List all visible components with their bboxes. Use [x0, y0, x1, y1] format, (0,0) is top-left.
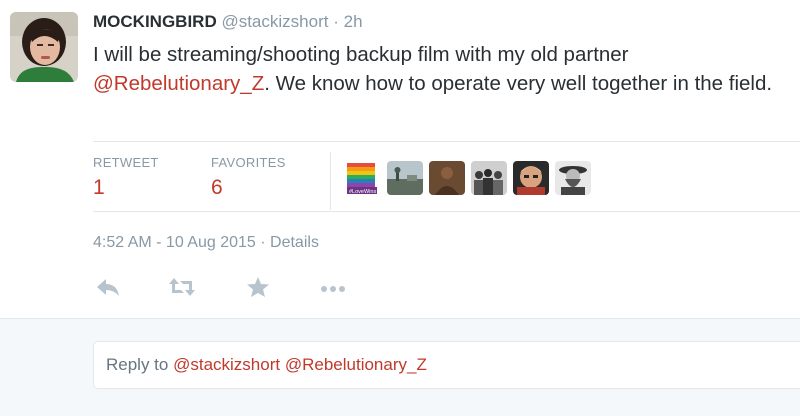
more-icon[interactable] — [319, 276, 347, 303]
tweet-card: MOCKINGBIRD @stackizshort · 2h I will be… — [0, 0, 800, 318]
retweet-label: RETWEET — [93, 155, 159, 170]
reply-input[interactable]: Reply to @stackizshort @Rebelutionary_Z — [93, 341, 800, 389]
details-link[interactable]: Details — [270, 234, 319, 251]
brown-figure-avatar[interactable] — [429, 161, 465, 195]
reply-mention-rebelutionary: @Rebelutionary_Z — [284, 355, 427, 374]
reply-icon[interactable] — [95, 276, 121, 303]
tweet-time-ago[interactable]: 2h — [344, 12, 363, 31]
favorites-stat[interactable]: FAVORITES 6 — [211, 155, 286, 200]
favoriters-list: #LoveWins — [345, 161, 591, 195]
rainbow-flag-avatar[interactable]: #LoveWins — [345, 161, 381, 195]
author-avatar[interactable] — [10, 12, 78, 82]
tweet-meta: 4:52 AM - 10 Aug 2015 · Details — [93, 234, 319, 252]
divider-middle — [93, 211, 800, 212]
tweet-timestamp[interactable]: 4:52 AM - 10 Aug 2015 — [93, 234, 256, 251]
reply-prefix: Reply to — [106, 355, 174, 374]
tweet-text-part2: . We know how to operate very well toget… — [264, 72, 773, 95]
lovewins-overlay: #LoveWins — [349, 189, 376, 195]
tweet-mention-link[interactable]: @Rebelutionary_Z — [93, 72, 264, 95]
author-name[interactable]: MOCKINGBIRD — [93, 12, 217, 31]
author-handle[interactable]: @stackizshort — [221, 12, 328, 31]
header-separator: · — [333, 12, 339, 31]
favorites-label: FAVORITES — [211, 155, 286, 170]
favorites-count: 6 — [211, 176, 223, 199]
retweet-count: 1 — [93, 176, 105, 199]
stats-divider — [330, 152, 331, 210]
face-avatar[interactable] — [513, 161, 549, 195]
retweet-stat[interactable]: RETWEET 1 — [93, 155, 159, 200]
tweet-text-part1: I will be streaming/shooting backup film… — [93, 43, 629, 66]
tweet-header: MOCKINGBIRD @stackizshort · 2h — [93, 11, 363, 33]
tweet-text: I will be streaming/shooting backup film… — [93, 40, 798, 98]
sketch-portrait-avatar[interactable] — [555, 161, 591, 195]
group-photo-avatar[interactable] — [471, 161, 507, 195]
reply-mention-stackizshort: @stackizshort — [173, 355, 281, 374]
favorite-icon[interactable] — [246, 276, 270, 303]
landscape-avatar[interactable] — [387, 161, 423, 195]
divider-top — [93, 141, 800, 142]
reply-area: Reply to @stackizshort @Rebelutionary_Z — [0, 318, 800, 416]
meta-separator: · — [260, 234, 266, 251]
retweet-icon[interactable] — [167, 276, 197, 303]
